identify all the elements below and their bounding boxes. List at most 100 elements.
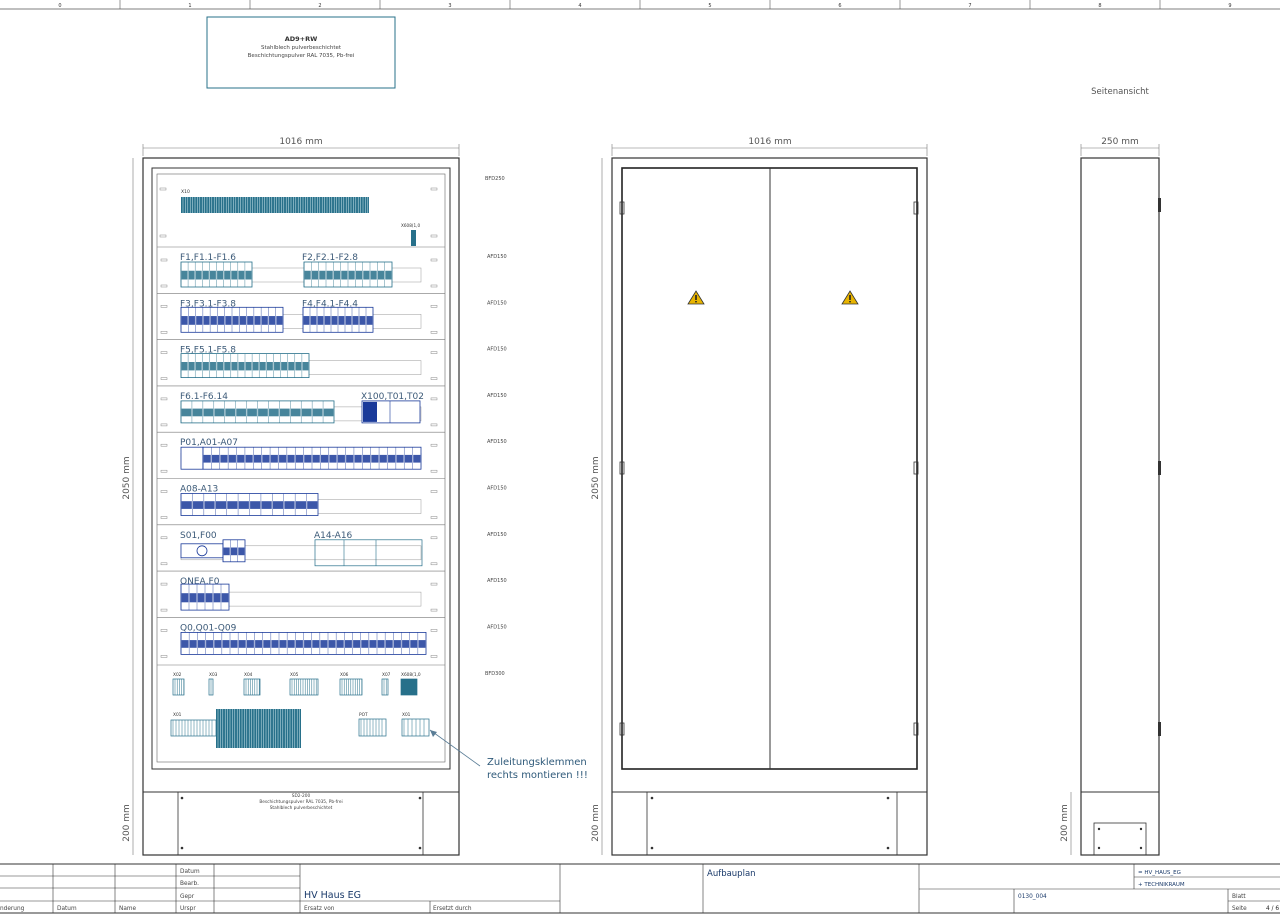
device-module xyxy=(189,593,197,603)
door-plinth-opening xyxy=(646,791,898,856)
device-module xyxy=(188,270,195,280)
device-module xyxy=(361,640,369,648)
device-module xyxy=(238,640,246,648)
row-label: P01,A01-A07 xyxy=(180,438,238,448)
side-handle xyxy=(1158,461,1161,475)
device-module xyxy=(225,408,236,417)
mounting-slot xyxy=(430,423,438,427)
ruler-column-label: 9 xyxy=(1228,3,1231,9)
device-module xyxy=(304,270,311,280)
ruler-column-label: 2 xyxy=(318,3,321,9)
device-module xyxy=(354,454,362,463)
device-module xyxy=(197,593,205,603)
door-view xyxy=(611,157,928,856)
device-module xyxy=(329,454,337,463)
device-module xyxy=(362,454,371,463)
terminal-label: X01 xyxy=(173,712,182,718)
tb-rev-name: Name xyxy=(119,906,137,912)
device-module xyxy=(261,501,272,509)
duct-label: AFD150 xyxy=(487,532,507,538)
mounting-slot xyxy=(160,443,168,447)
device-module xyxy=(231,362,238,371)
device-module xyxy=(247,316,254,325)
device-module xyxy=(236,408,246,417)
device-module xyxy=(331,316,338,325)
tb-drawing-no: 0130_004 xyxy=(1018,894,1047,900)
ruler-column-label: 4 xyxy=(578,3,581,9)
device-module xyxy=(238,501,249,509)
device-module xyxy=(312,640,320,648)
note-leader xyxy=(429,729,481,767)
tb-project: HV Haus EG xyxy=(304,890,361,901)
duct-label: AFD150 xyxy=(487,439,507,445)
device-module xyxy=(304,454,312,463)
device-module xyxy=(245,362,252,371)
mounting-slot xyxy=(159,187,167,191)
mounting-slot xyxy=(430,187,438,191)
device-module xyxy=(312,408,323,417)
device-module xyxy=(254,316,261,325)
plinth-screw xyxy=(1139,827,1143,831)
device-module xyxy=(230,640,238,648)
device-module xyxy=(222,640,230,648)
device-module xyxy=(225,316,232,325)
device-module xyxy=(181,593,189,603)
plinth-screw xyxy=(1097,846,1101,850)
note-arrowhead xyxy=(430,730,437,737)
device-module xyxy=(210,316,217,325)
mounting-slot xyxy=(430,443,438,447)
device-module xyxy=(410,640,418,648)
mounting-slot xyxy=(160,516,168,519)
device-module xyxy=(197,640,205,648)
duct-label: AFD150 xyxy=(487,393,507,399)
device-module xyxy=(317,316,324,325)
device-module xyxy=(279,640,287,648)
terminal-label: X03 xyxy=(209,672,218,678)
device-module xyxy=(210,362,216,371)
device-module xyxy=(266,362,273,371)
note: Zuleitungsklemmen rechts montieren !!! xyxy=(429,729,588,781)
device-module xyxy=(237,454,245,463)
material-box: AD9+RW Stahlblech pulverbeschichtet Besc… xyxy=(206,16,396,89)
device-module xyxy=(217,362,224,371)
device-module xyxy=(379,454,387,463)
mounting-slot xyxy=(160,423,168,427)
ruler-column-label: 3 xyxy=(448,3,451,9)
device-module xyxy=(252,362,259,371)
terminal-block xyxy=(243,678,261,696)
device-module xyxy=(195,270,202,280)
main-terminal-block xyxy=(216,709,301,748)
terminal-label: X01 xyxy=(402,712,411,718)
warning-icon xyxy=(841,290,859,305)
mounting-slot xyxy=(430,562,438,566)
row-label-2: F4,F4.1-F4.4 xyxy=(302,299,358,309)
x01-terminal xyxy=(401,718,430,737)
plinth-screw xyxy=(1139,846,1143,850)
door-width-label: 1016 mm xyxy=(748,137,791,147)
device-module xyxy=(181,640,189,648)
mounting-slot xyxy=(430,377,438,380)
device-module xyxy=(218,316,225,325)
warning-icon xyxy=(687,290,705,305)
terminal-label: X02 xyxy=(173,672,182,678)
device-module xyxy=(203,408,214,417)
socket-module xyxy=(363,401,377,422)
mounting-slot xyxy=(160,608,168,612)
mounting-slot xyxy=(430,351,438,354)
mounting-slot xyxy=(160,490,168,493)
device-module xyxy=(246,640,254,648)
layout-drawing: 0 1 2 3 4 5 6 7 8 9 AD9+RW Stahlblech pulverbesch… xyxy=(0,0,1280,914)
device-module xyxy=(287,454,295,463)
mounting-slot xyxy=(160,351,168,354)
note-line-2: rechts montieren !!! xyxy=(487,770,588,781)
device-module xyxy=(302,362,309,371)
tb-sheet-title: Aufbauplan xyxy=(707,869,756,879)
device-module xyxy=(396,454,404,463)
device-module xyxy=(181,408,192,417)
device-module xyxy=(346,454,354,463)
device-module xyxy=(211,454,220,463)
plinth-code: SD2-200 xyxy=(292,793,311,799)
ruler-column-label: 6 xyxy=(838,3,841,9)
device-module xyxy=(263,640,271,648)
terminal-label: X04 xyxy=(244,672,253,678)
